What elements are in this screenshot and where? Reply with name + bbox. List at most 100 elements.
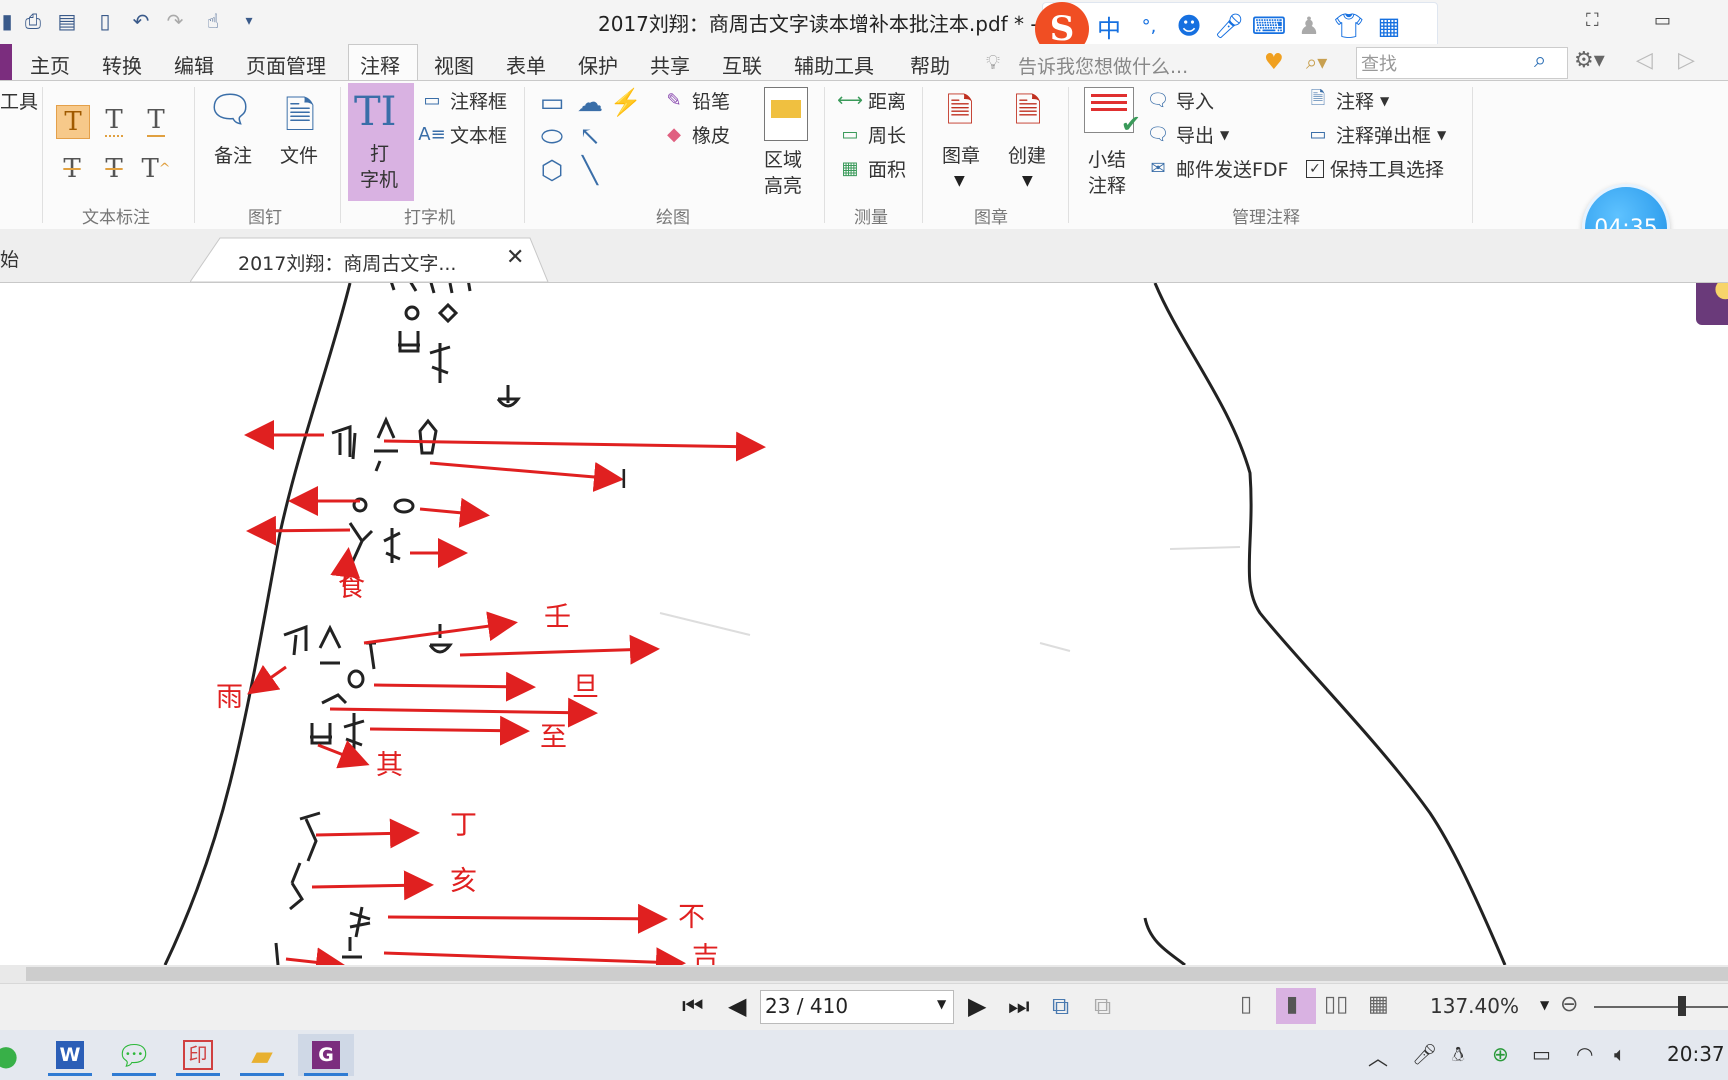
page-dropdown-icon[interactable]: ▼: [937, 997, 946, 1011]
apps-icon[interactable]: ▦: [1369, 6, 1409, 46]
keyboard-icon[interactable]: ⌨: [1249, 6, 1289, 46]
area-highlight-label-1[interactable]: 区域: [764, 147, 802, 173]
menu-comment[interactable]: 注释: [360, 50, 400, 79]
menu-convert[interactable]: 转换: [102, 50, 142, 79]
menu-home[interactable]: 主页: [30, 50, 70, 79]
annotation-label[interactable]: 丁: [450, 803, 477, 842]
redo-icon[interactable]: ↷: [162, 8, 188, 34]
stamp-dropdown-icon[interactable]: ▼: [954, 173, 965, 189]
email-fdf-button[interactable]: ✉ 邮件发送FDF: [1146, 155, 1288, 182]
eraser-button[interactable]: ◆ 橡皮: [662, 121, 730, 148]
rectangle-icon[interactable]: ▭: [536, 87, 568, 119]
annotation-label[interactable]: 其: [376, 743, 403, 782]
save-icon[interactable]: ▮: [0, 8, 14, 34]
keep-tool-checkbox[interactable]: ✓ 保持工具选择: [1306, 155, 1444, 182]
search-icon[interactable]: ⌕: [1534, 48, 1546, 73]
taskbar-explorer[interactable]: ▰: [234, 1034, 290, 1076]
create-stamp-icon[interactable]: 🗎︎: [1004, 87, 1052, 135]
tray-battery-icon[interactable]: ▭: [1532, 1042, 1551, 1066]
stamp-icon[interactable]: 🗎︎: [936, 87, 984, 135]
zoom-level[interactable]: 137.40%: [1430, 994, 1519, 1018]
zoom-slider[interactable]: [1594, 1006, 1728, 1008]
popup-button[interactable]: ▭ 注释弹出框 ▼: [1306, 121, 1446, 148]
typewriter-button[interactable]: TI 打 字机: [348, 83, 414, 201]
menu-view[interactable]: 视图: [434, 50, 474, 79]
annotation-label[interactable]: 旦: [572, 665, 599, 704]
taskbar-app-1[interactable]: ●: [0, 1034, 34, 1076]
zoom-dropdown-icon[interactable]: ▼: [1540, 998, 1549, 1012]
nav-back-icon[interactable]: ◁: [1636, 48, 1653, 73]
create-stamp-button[interactable]: 创建: [1008, 143, 1046, 169]
taskbar-word[interactable]: W: [42, 1034, 98, 1076]
customize-quick-access-icon[interactable]: ▾: [236, 8, 262, 34]
next-page-icon[interactable]: ▶: [968, 992, 986, 1020]
ime-punctuation-toggle[interactable]: °,: [1129, 6, 1169, 46]
zoom-slider-thumb[interactable]: [1678, 996, 1686, 1016]
skin-icon[interactable]: 👕︎: [1329, 6, 1369, 46]
continuous-facing-icon[interactable]: ▦: [1368, 992, 1389, 1017]
tray-mic-icon[interactable]: 🎤︎: [1412, 1042, 1437, 1066]
summarize-label-2[interactable]: 注释: [1088, 173, 1126, 199]
nav-forward-icon[interactable]: ▷: [1678, 48, 1695, 73]
area-button[interactable]: ▦ 面积: [838, 155, 906, 182]
previous-page-icon[interactable]: ◀: [728, 992, 746, 1020]
menu-help[interactable]: 帮助: [910, 50, 950, 79]
undo-icon[interactable]: ↶: [128, 8, 154, 34]
next-view-icon[interactable]: ⧉: [1094, 992, 1111, 1020]
pdf-page-view[interactable]: 食 壬 雨 旦 至 其 丁 亥 不 吉 I ●: [0, 283, 1728, 965]
tray-overflow-icon[interactable]: ︿: [1368, 1042, 1388, 1071]
stamp-button[interactable]: 图章: [942, 143, 980, 169]
scrollbar-thumb[interactable]: [26, 967, 1728, 981]
menu-accessibility[interactable]: 辅助工具: [794, 50, 874, 79]
menu-edit[interactable]: 编辑: [174, 50, 214, 79]
annotation-label[interactable]: 亥: [450, 859, 477, 898]
polyline-icon[interactable]: ⚡: [610, 87, 642, 119]
zoom-out-icon[interactable]: ⊖: [1560, 992, 1578, 1017]
user-icon[interactable]: ♟: [1289, 6, 1329, 46]
distance-button[interactable]: ⟷ 距离: [837, 87, 906, 114]
note-icon[interactable]: 🗨︎: [206, 87, 254, 131]
export-button[interactable]: 🗨︎ 导出 ▼: [1146, 121, 1230, 148]
find-options-icon[interactable]: ⌕▾: [1306, 50, 1327, 74]
menu-form[interactable]: 表单: [506, 50, 546, 79]
page-number-input[interactable]: 23 / 410 ▼: [760, 990, 954, 1024]
replace-text-icon[interactable]: T: [98, 153, 130, 185]
import-button[interactable]: 🗨︎ 导入: [1146, 87, 1214, 114]
tell-me-input[interactable]: 告诉我您想做什么...: [1018, 52, 1188, 79]
single-page-icon[interactable]: ▯: [1240, 992, 1252, 1017]
arrow-icon[interactable]: ↖: [574, 121, 606, 153]
line-icon[interactable]: ╲: [574, 155, 606, 187]
underline-squiggly-icon[interactable]: T: [98, 105, 130, 137]
file-menu-button[interactable]: [0, 44, 12, 80]
cloud-icon[interactable]: ☁: [574, 87, 606, 119]
summarize-label-1[interactable]: 小结: [1088, 147, 1126, 173]
menu-share[interactable]: 共享: [650, 50, 690, 79]
comments-button[interactable]: 🗎︎ 注释 ▼: [1306, 87, 1390, 114]
tray-wifi-icon[interactable]: ◠: [1576, 1042, 1593, 1066]
textbox-button[interactable]: A≡ 文本框: [418, 121, 507, 148]
taskbar-clock[interactable]: 20:37: [1667, 1042, 1725, 1066]
ime-mode-toggle[interactable]: 中: [1089, 6, 1129, 46]
annotation-label[interactable]: 食: [338, 565, 365, 604]
annotation-label[interactable]: 不: [678, 895, 705, 934]
area-highlight-icon[interactable]: [764, 87, 808, 141]
menu-protect[interactable]: 保护: [578, 50, 618, 79]
polygon-icon[interactable]: ⬡: [536, 155, 568, 187]
heart-icon[interactable]: ♥: [1264, 50, 1284, 75]
settings-icon[interactable]: ⚙▾: [1574, 48, 1605, 73]
print-preview-icon[interactable]: ▤: [54, 8, 80, 34]
hand-tool-icon[interactable]: ☝: [200, 8, 226, 34]
horizontal-scrollbar[interactable]: [0, 965, 1728, 983]
tray-qq-icon[interactable]: 🐧︎: [1452, 1042, 1464, 1069]
note-button[interactable]: 备注: [214, 143, 252, 169]
mic-icon[interactable]: 🎤︎: [1209, 6, 1249, 46]
fullscreen-icon[interactable]: ⛶: [1586, 10, 1599, 31]
pencil-button[interactable]: ✎ 铅笔: [662, 87, 730, 114]
highlight-text-icon[interactable]: T: [56, 105, 90, 139]
area-highlight-label-2[interactable]: 高亮: [764, 173, 802, 199]
facing-page-icon[interactable]: ▯▯: [1324, 992, 1348, 1017]
annotation-label[interactable]: 雨: [216, 675, 243, 714]
perimeter-button[interactable]: ▭ 周长: [838, 121, 906, 148]
tray-volume-icon[interactable]: 🔈︎: [1614, 1042, 1626, 1066]
menu-connect[interactable]: 互联: [722, 50, 762, 79]
